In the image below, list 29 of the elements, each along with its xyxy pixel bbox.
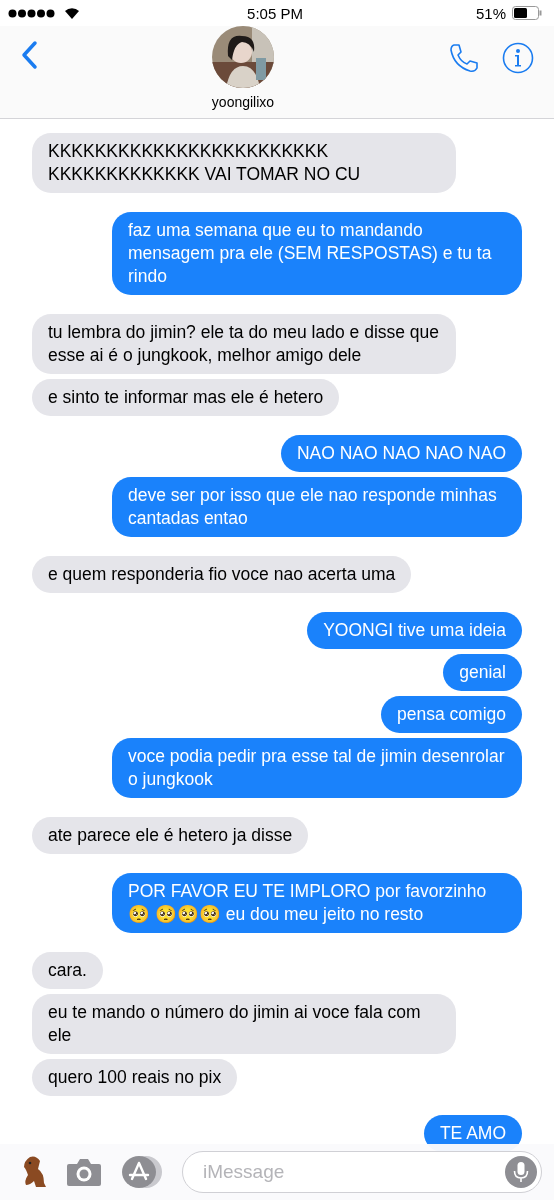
contact-name: yoongilixo bbox=[211, 94, 275, 110]
message-bubble: e sinto te informar mas ele é hetero bbox=[32, 379, 340, 416]
status-time: 5:05 PM bbox=[247, 4, 303, 22]
message-bubble: eu te mando o número do jimin ai voce fala com ele bbox=[32, 994, 456, 1054]
phone-icon[interactable] bbox=[448, 42, 480, 74]
message-bubble: genial bbox=[443, 654, 522, 691]
message-field[interactable]: iMessage bbox=[182, 1151, 542, 1193]
message-bubble: pensa comigo bbox=[381, 696, 522, 733]
message-bubble: ate parece ele é hetero ja disse bbox=[32, 817, 309, 854]
message-bubble: NAO NAO NAO NAO NAO bbox=[280, 435, 522, 472]
back-icon[interactable] bbox=[20, 40, 38, 70]
message-bubble: POR FAVOR EU TE IMPLORO por favorzinho 🥺 🥺🥺🥺 eu dou meu jeito no resto bbox=[112, 873, 522, 933]
message-bubble: YOONGI tive uma ideia bbox=[307, 612, 522, 649]
message-bubble: quero 100 reais no pix bbox=[32, 1059, 238, 1096]
microphone-icon[interactable] bbox=[505, 1156, 537, 1188]
app-store-icon[interactable] bbox=[120, 1155, 164, 1189]
message-bubble: KKKKKKKKKKKKKKKKKKKKKKKK KKKKKKKKKKKKK VAI TOMAR NO CU bbox=[32, 133, 456, 193]
battery-icon bbox=[512, 6, 542, 20]
message-bubble: voce podia pedir pra esse tal de jimin desenrolar o jungkook bbox=[112, 738, 522, 798]
message-bubble: tu lembra do jimin? ele ta do meu lado e disse que esse ai é o jungkook, melhor amigo dele bbox=[32, 314, 456, 374]
camera-icon[interactable] bbox=[66, 1157, 102, 1187]
message-bubble: faz uma semana que eu to mandando mensagem pra ele (SEM RESPOSTAS) e tu ta rindo bbox=[112, 212, 522, 295]
message-bubble: deve ser por isso que ele nao responde minhas cantadas entao bbox=[112, 477, 522, 537]
wifi-icon bbox=[64, 7, 80, 19]
message-bubble: cara. bbox=[32, 952, 103, 989]
battery-percent: 51% bbox=[475, 4, 506, 22]
signal-icon bbox=[8, 8, 56, 18]
message-bubble: e quem responderia fio voce nao acerta uma bbox=[32, 556, 412, 593]
info-icon[interactable] bbox=[502, 42, 534, 74]
